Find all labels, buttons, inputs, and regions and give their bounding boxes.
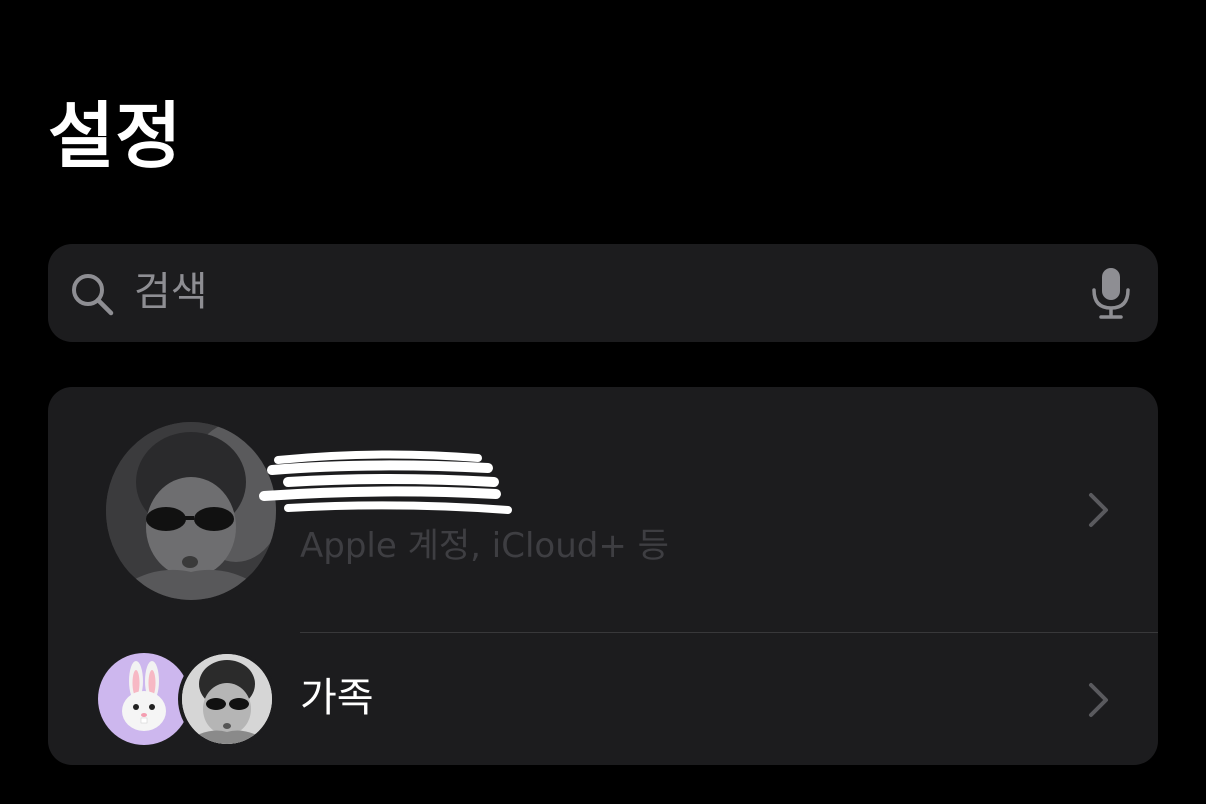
profile-photo-icon: [182, 654, 272, 744]
family-member-avatar: [178, 650, 276, 748]
chevron-right-icon[interactable]: [1088, 682, 1110, 718]
search-bar[interactable]: [48, 244, 1158, 342]
search-input[interactable]: 검색: [134, 266, 208, 318]
settings-screen: 설정 검색 Apple 계정, iCloud+ 등 가족: [0, 0, 1206, 804]
microphone-icon[interactable]: [1088, 266, 1134, 320]
profile-photo-icon: [106, 422, 276, 600]
bunny-memoji-icon: [122, 661, 166, 731]
account-subtitle: Apple 계정, iCloud+ 등: [300, 526, 669, 566]
family-label[interactable]: 가족: [300, 672, 374, 724]
chevron-right-icon[interactable]: [1088, 492, 1110, 528]
search-icon: [72, 274, 114, 316]
bunny-avatar: [98, 653, 190, 745]
page-title: 설정: [48, 94, 183, 178]
profile-avatar[interactable]: [106, 422, 276, 600]
account-name-redacted: [259, 450, 512, 514]
row-divider: [300, 632, 1158, 633]
